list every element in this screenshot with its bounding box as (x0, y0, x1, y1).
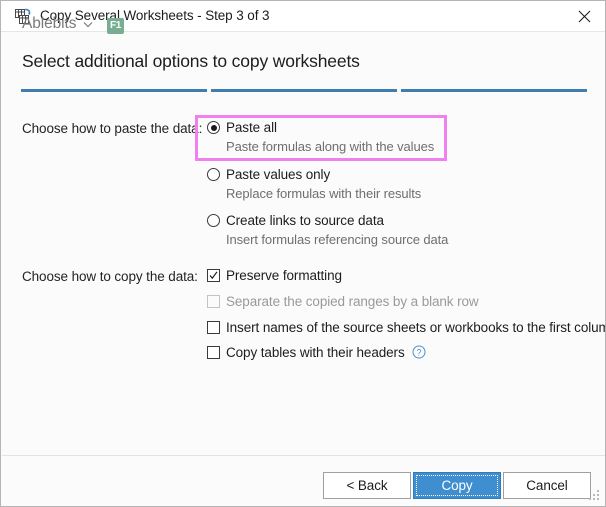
radio-option-create-links[interactable]: Create links to source data (207, 213, 384, 229)
radio-label-paste-values-only: Paste values only (226, 167, 331, 182)
radio-option-paste-values-only[interactable]: Paste values only (207, 167, 330, 183)
radio-label-paste-all: Paste all (226, 120, 277, 135)
checkbox-icon-copy-tables-headers[interactable] (207, 346, 220, 359)
radio-option-paste-all[interactable]: Paste all (207, 120, 277, 136)
ablebits-menu[interactable]: Ablebits (22, 15, 93, 33)
radio-icon-paste-all[interactable] (207, 121, 220, 134)
radio-description-paste-all: Paste formulas along with the values (226, 139, 435, 154)
checkbox-label-insert-source-names: Insert names of the source sheets or wor… (226, 320, 606, 335)
radio-description-paste-values-only: Replace formulas with their results (226, 186, 422, 201)
checkbox-option-separate-ranges: Separate the copied ranges by a blank ro… (207, 294, 479, 310)
back-button-label: < Back (346, 478, 388, 493)
checkbox-icon-preserve-formatting[interactable] (207, 269, 220, 282)
cancel-button-label: Cancel (526, 478, 568, 493)
question-mark-circle-icon[interactable]: ? (412, 345, 426, 364)
svg-text:?: ? (416, 347, 421, 357)
step-segment-3 (401, 89, 587, 92)
copy-button[interactable]: Copy (413, 472, 501, 499)
dialog-body: Choose how to paste the data: Paste all … (2, 98, 606, 455)
checkbox-icon-insert-source-names[interactable] (207, 321, 220, 334)
step-progress-indicator (21, 89, 587, 92)
checkbox-label-preserve-formatting: Preserve formatting (226, 268, 342, 283)
resize-grip[interactable] (589, 490, 601, 502)
copy-section-label: Choose how to copy the data: (22, 269, 198, 284)
paste-section-label: Choose how to paste the data: (22, 121, 203, 136)
checkbox-option-copy-tables-headers[interactable]: Copy tables with their headers ? (207, 345, 426, 364)
close-icon[interactable] (562, 1, 605, 31)
step-segment-2 (211, 89, 397, 92)
ablebits-brand-label: Ablebits (22, 15, 77, 32)
radio-label-create-links: Create links to source data (226, 213, 384, 228)
radio-icon-create-links[interactable] (207, 214, 220, 227)
checkbox-option-preserve-formatting[interactable]: Preserve formatting (207, 268, 342, 284)
copy-worksheets-dialog: Copy Several Worksheets - Step 3 of 3 Se… (0, 0, 606, 507)
radio-icon-paste-values-only[interactable] (207, 168, 220, 181)
chevron-down-icon[interactable] (83, 15, 93, 33)
radio-description-create-links: Insert formulas referencing source data (226, 232, 449, 247)
checkbox-label-separate-ranges: Separate the copied ranges by a blank ro… (226, 294, 479, 309)
copy-button-label: Copy (441, 478, 473, 493)
step-segment-1 (21, 89, 207, 92)
checkbox-icon-separate-ranges (207, 295, 220, 308)
f1-shortcut-badge[interactable]: F1 (107, 18, 124, 34)
back-button[interactable]: < Back (323, 472, 411, 499)
cancel-button[interactable]: Cancel (503, 472, 591, 499)
checkbox-option-insert-source-names[interactable]: Insert names of the source sheets or wor… (207, 320, 606, 336)
page-title: Select additional options to copy worksh… (22, 51, 360, 71)
checkbox-label-copy-tables-headers: Copy tables with their headers (226, 345, 405, 360)
